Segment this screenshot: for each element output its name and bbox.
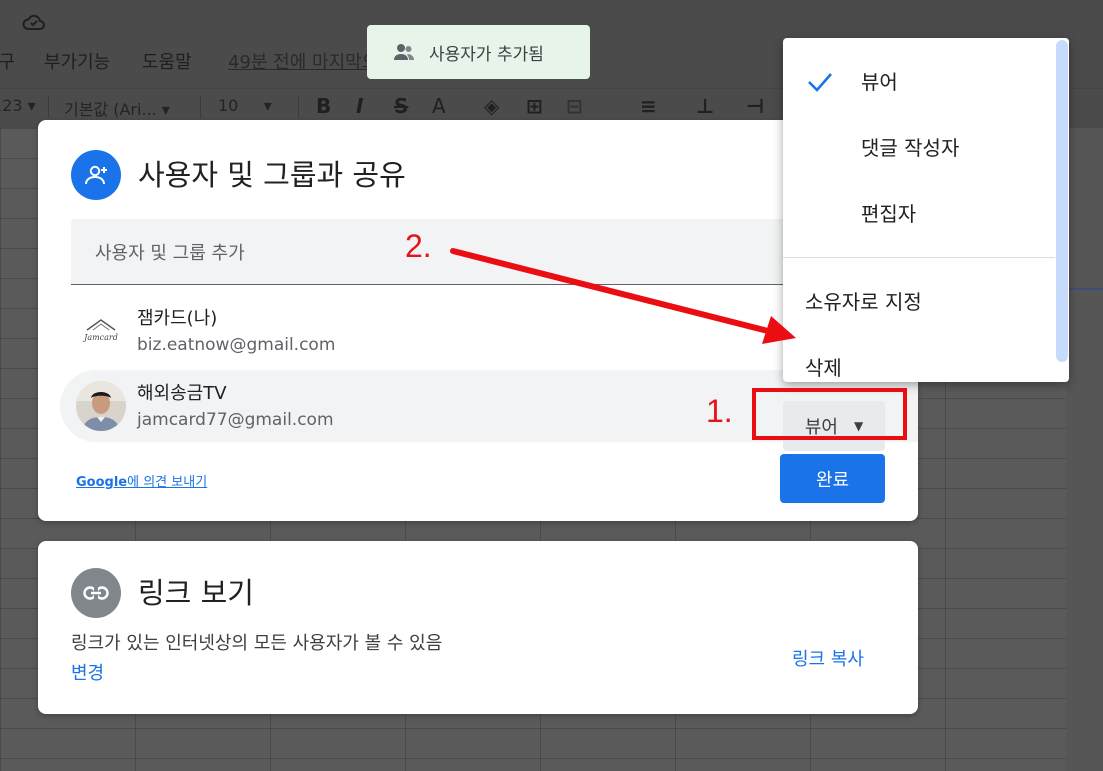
send-feedback-link[interactable]: Google에 의견 보내기 (76, 471, 207, 490)
feedback-brand: Google (76, 475, 128, 490)
selection-line (1068, 288, 1103, 290)
bold-icon[interactable]: B (316, 94, 331, 118)
link-dialog-title: 링크 보기 (138, 576, 254, 610)
align-left-icon[interactable]: ≡ (640, 94, 657, 118)
profile-photo-avatar (76, 381, 126, 431)
italic-icon[interactable]: I (356, 94, 363, 118)
link-view-dialog: 링크 보기 링크가 있는 인터넷상의 모든 사용자가 볼 수 있음 변경 링크 … (38, 541, 918, 714)
annotation-step-1: 1. (706, 393, 733, 429)
font-size-value: 10 (218, 96, 239, 115)
menu-addons[interactable]: 부가기능 (44, 48, 110, 74)
role-option-commenter[interactable]: 댓글 작성자 (783, 116, 1055, 176)
feedback-text: 에 의견 보내기 (127, 475, 208, 490)
copy-link-button[interactable]: 링크 복사 (792, 645, 864, 671)
font-select[interactable]: 기본값 (Ari... ▾ (64, 96, 170, 120)
strikethrough-icon[interactable]: S (394, 94, 408, 118)
role-option-label: 편집자 (861, 202, 917, 226)
toolbar-divider (298, 96, 299, 118)
cloud-saved-icon (22, 12, 46, 37)
jamcard-logo-avatar: Jamcard (76, 306, 126, 356)
done-button[interactable]: 완료 (780, 454, 885, 503)
role-option-viewer[interactable]: 뷰어 (783, 50, 1055, 110)
vertical-align-icon[interactable]: ⊥ (696, 94, 714, 118)
person-add-icon (71, 150, 121, 200)
font-size-select[interactable]: 10 ▾ (218, 96, 272, 115)
link-icon (71, 568, 121, 618)
annotation-highlight-box (752, 388, 907, 440)
svg-text:Jamcard: Jamcard (82, 333, 118, 342)
person-name: 잼카드(나) (137, 308, 218, 329)
toast-text: 사용자가 추가됨 (429, 44, 544, 65)
user-added-toast: 사용자가 추가됨 (367, 25, 590, 79)
zoom-value: 123 (0, 96, 23, 115)
person-email: jamcard77@gmail.com (137, 410, 334, 430)
merge-cells-icon[interactable]: ⊟ (566, 94, 583, 118)
remove-access-label: 삭제 (805, 356, 842, 380)
zoom-select[interactable]: 123 ▾ (0, 96, 36, 115)
transfer-ownership-label: 소유자로 지정 (805, 290, 922, 314)
role-option-label: 뷰어 (861, 70, 898, 94)
font-value: 기본값 (Ari... (64, 100, 157, 119)
menu-scrollbar-thumb[interactable] (1056, 40, 1068, 362)
people-icon (393, 41, 415, 63)
text-wrap-icon[interactable]: ⊣ (746, 94, 764, 118)
sheets-right-area (1066, 128, 1103, 771)
role-option-label: 댓글 작성자 (861, 136, 960, 160)
borders-icon[interactable]: ⊞ (526, 94, 543, 118)
menu-help[interactable]: 도움말 (142, 48, 192, 74)
add-people-placeholder: 사용자 및 그룹 추가 (95, 242, 245, 264)
toolbar-divider (200, 96, 201, 118)
annotation-step-2: 2. (405, 228, 432, 264)
toolbar-divider (48, 96, 49, 118)
person-name: 해외송금TV (137, 383, 227, 404)
change-link-access-button[interactable]: 변경 (71, 659, 104, 685)
remove-access-option[interactable]: 삭제 (783, 336, 1055, 382)
dialog-title: 사용자 및 그룹과 공유 (138, 158, 406, 192)
link-access-description: 링크가 있는 인터넷상의 모든 사용자가 볼 수 있음 (71, 633, 443, 654)
menu-divider (783, 257, 1055, 258)
transfer-ownership-option[interactable]: 소유자로 지정 (783, 270, 1055, 330)
person-email: biz.eatnow@gmail.com (137, 335, 336, 355)
role-option-editor[interactable]: 편집자 (783, 182, 1055, 242)
menu-tools[interactable]: 도구 (0, 48, 15, 74)
text-color-icon[interactable]: A (432, 94, 446, 118)
fill-color-icon[interactable]: ◈ (484, 94, 499, 118)
role-menu: 뷰어 댓글 작성자 편집자 소유자로 지정 삭제 (783, 38, 1069, 382)
